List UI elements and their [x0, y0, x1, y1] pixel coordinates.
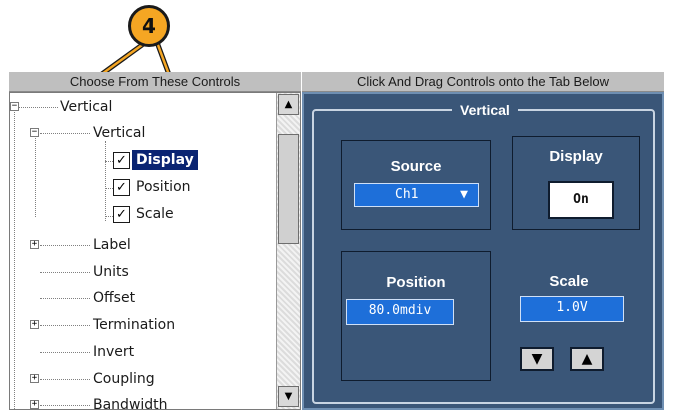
- custom-tab-panel: Click And Drag Controls onto the Tab Bel…: [302, 72, 664, 410]
- tree-line: [18, 107, 58, 108]
- source-control: Source Ch1 ▼: [341, 140, 491, 230]
- scale-label: Scale: [549, 273, 589, 290]
- source-label: Source: [390, 158, 442, 175]
- tree-line: [105, 188, 113, 189]
- tree-line: [40, 298, 90, 299]
- position-label: Position: [386, 274, 446, 291]
- controls-tree[interactable]: − Vertical − Vertical ✓ Display ✓ Positi…: [9, 92, 301, 410]
- tree-item-coupling[interactable]: Coupling: [93, 369, 155, 389]
- custom-tab-header: Click And Drag Controls onto the Tab Bel…: [302, 72, 664, 92]
- controls-panel: Choose From These Controls − Vertical − …: [9, 72, 301, 410]
- tree-scrollbar[interactable]: ▲ ▼: [276, 93, 300, 409]
- display-toggle-button[interactable]: On: [548, 181, 614, 219]
- tree-item-termination[interactable]: Termination: [93, 315, 175, 335]
- tree-item-vertical-root[interactable]: Vertical: [60, 97, 112, 117]
- tree-expand-icon[interactable]: +: [30, 400, 39, 409]
- tree-line: [35, 133, 36, 217]
- tab-drop-area[interactable]: Vertical Source Ch1 ▼ Display On Positio…: [302, 92, 664, 410]
- tree-line: [40, 272, 90, 273]
- tree-item-offset[interactable]: Offset: [93, 288, 135, 308]
- tree-line: [40, 245, 90, 246]
- position-checkbox[interactable]: ✓: [113, 179, 130, 196]
- source-dropdown[interactable]: Ch1 ▼: [354, 183, 479, 207]
- callout-number: 4: [128, 5, 170, 47]
- tree-line: [105, 216, 113, 217]
- scale-down-button[interactable]: ▼: [520, 347, 554, 371]
- display-checkbox[interactable]: ✓: [113, 152, 130, 169]
- position-control: Position 80.0mdiv: [341, 251, 491, 381]
- scale-checkbox[interactable]: ✓: [113, 206, 130, 223]
- source-value: Ch1: [395, 187, 419, 202]
- vertical-group: Vertical Source Ch1 ▼ Display On Positio…: [312, 101, 655, 404]
- position-value-field[interactable]: 80.0mdiv: [346, 299, 454, 325]
- display-control: Display On: [512, 136, 640, 230]
- triangle-down-icon: ▼: [531, 351, 543, 367]
- tree-line: [14, 103, 15, 409]
- chevron-down-icon: ▼: [460, 187, 468, 202]
- tree-expand-icon[interactable]: +: [30, 374, 39, 383]
- tree-expand-icon[interactable]: +: [30, 320, 39, 329]
- tree-collapse-icon[interactable]: −: [10, 102, 19, 111]
- tree-item-units[interactable]: Units: [93, 262, 129, 282]
- scroll-up-button[interactable]: ▲: [278, 94, 299, 115]
- tree-item-label[interactable]: Label: [93, 235, 131, 255]
- display-label: Display: [549, 148, 603, 165]
- tree-line: [40, 325, 90, 326]
- scroll-thumb[interactable]: [278, 134, 299, 244]
- tree-item-display[interactable]: Display: [132, 150, 198, 170]
- tree-item-scale[interactable]: Scale: [136, 204, 174, 224]
- tree-line: [40, 352, 90, 353]
- tree-item-bandwidth[interactable]: Bandwidth: [93, 395, 168, 410]
- tree-line: [40, 379, 90, 380]
- tree-line: [40, 133, 90, 134]
- triangle-up-icon: ▲: [581, 351, 593, 367]
- triangle-down-icon: ▼: [284, 391, 293, 402]
- scale-up-button[interactable]: ▲: [570, 347, 604, 371]
- tree-line: [105, 161, 113, 162]
- tree-expand-icon[interactable]: +: [30, 240, 39, 249]
- triangle-up-icon: ▲: [284, 99, 293, 110]
- tree-item-vertical[interactable]: Vertical: [93, 123, 145, 143]
- scale-value-field[interactable]: 1.0V: [520, 296, 624, 322]
- tree-item-position[interactable]: Position: [136, 177, 191, 197]
- scroll-down-button[interactable]: ▼: [278, 386, 299, 407]
- vertical-group-title: Vertical: [452, 101, 518, 119]
- controls-panel-header: Choose From These Controls: [9, 72, 301, 92]
- tree-item-invert[interactable]: Invert: [93, 342, 134, 362]
- tree-line: [105, 141, 106, 221]
- tree-line: [40, 405, 90, 406]
- tree-collapse-icon[interactable]: −: [30, 128, 39, 137]
